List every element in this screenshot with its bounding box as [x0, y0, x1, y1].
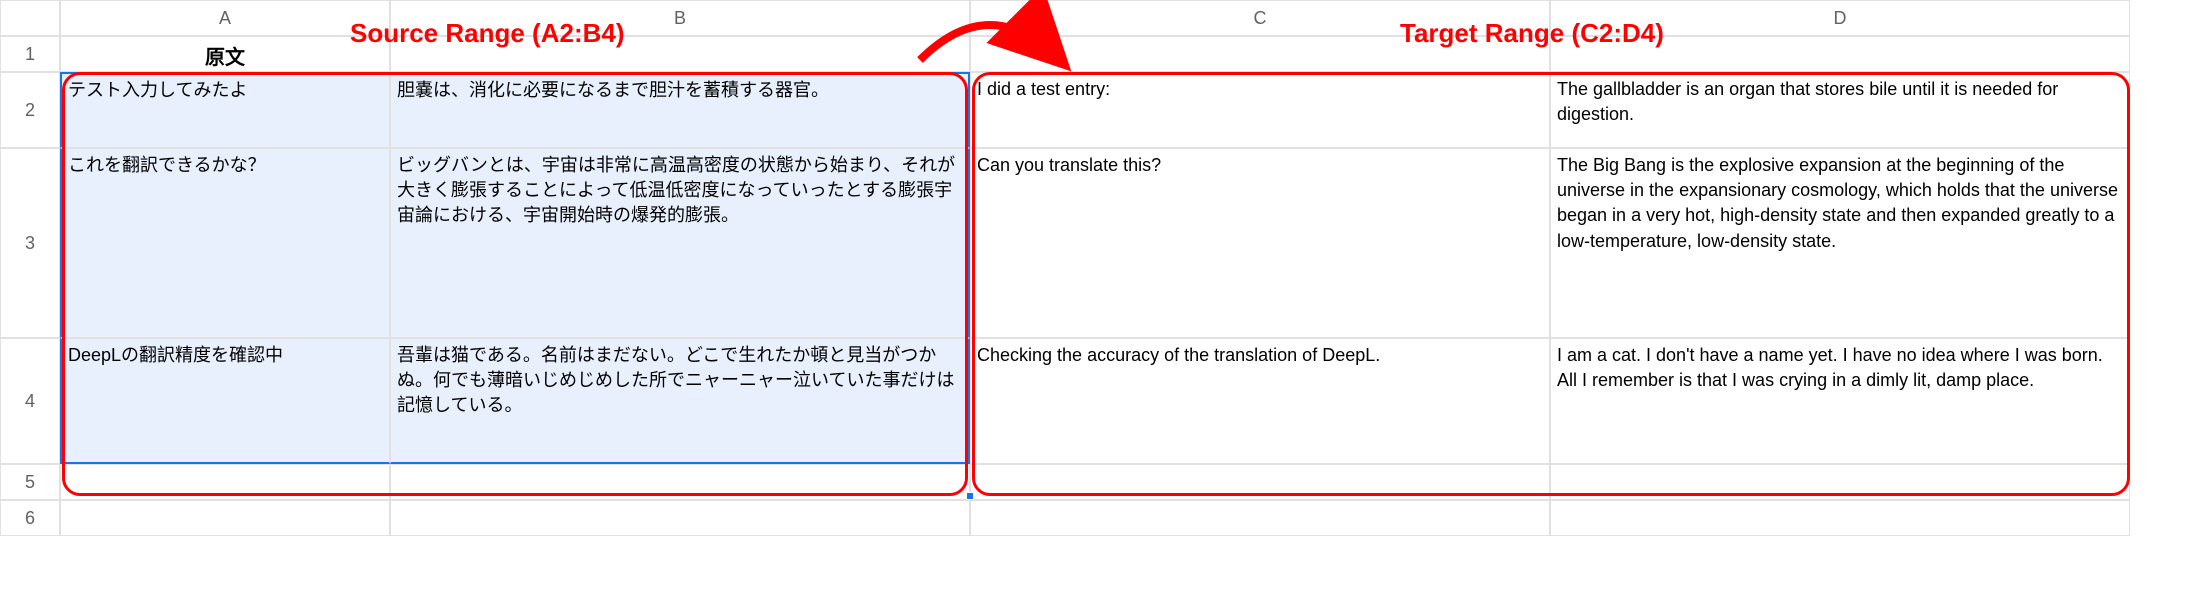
corner-cell[interactable] — [0, 0, 60, 36]
cell-A4[interactable]: DeepLの翻訳精度を確認中 — [60, 338, 390, 464]
spreadsheet-grid[interactable]: A B C D 1 原文 2 テスト入力してみたよ 胆嚢は、消化に必要になるまで… — [0, 0, 2204, 536]
cell-D6[interactable] — [1550, 500, 2130, 536]
row-header-4[interactable]: 4 — [0, 338, 60, 464]
cell-D4[interactable]: I am a cat. I don't have a name yet. I h… — [1550, 338, 2130, 464]
cell-B3[interactable]: ビッグバンとは、宇宙は非常に高温高密度の状態から始まり、それが大きく膨張すること… — [390, 148, 970, 338]
cell-B6[interactable] — [390, 500, 970, 536]
cell-C2[interactable]: I did a test entry: — [970, 72, 1550, 148]
cell-A1[interactable]: 原文 — [60, 36, 390, 72]
cell-A3[interactable]: これを翻訳できるかな？ — [60, 148, 390, 338]
cell-A5[interactable] — [60, 464, 390, 500]
cell-D3[interactable]: The Big Bang is the explosive expansion … — [1550, 148, 2130, 338]
cell-A6[interactable] — [60, 500, 390, 536]
cell-C6[interactable] — [970, 500, 1550, 536]
cell-B2[interactable]: 胆嚢は、消化に必要になるまで胆汁を蓄積する器官。 — [390, 72, 970, 148]
col-header-B[interactable]: B — [390, 0, 970, 36]
row-header-6[interactable]: 6 — [0, 500, 60, 536]
cell-B4[interactable]: 吾輩は猫である。名前はまだない。どこで生れたか頓と見当がつかぬ。何でも薄暗いじめ… — [390, 338, 970, 464]
cell-D2[interactable]: The gallbladder is an organ that stores … — [1550, 72, 2130, 148]
row-header-5[interactable]: 5 — [0, 464, 60, 500]
row-header-2[interactable]: 2 — [0, 72, 60, 148]
cell-B1[interactable] — [390, 36, 970, 72]
cell-D1[interactable] — [1550, 36, 2130, 72]
cell-C5[interactable] — [970, 464, 1550, 500]
selection-handle[interactable] — [966, 492, 974, 500]
cell-C3[interactable]: Can you translate this? — [970, 148, 1550, 338]
col-header-C[interactable]: C — [970, 0, 1550, 36]
col-header-A[interactable]: A — [60, 0, 390, 36]
cell-D5[interactable] — [1550, 464, 2130, 500]
cell-A2[interactable]: テスト入力してみたよ — [60, 72, 390, 148]
col-header-D[interactable]: D — [1550, 0, 2130, 36]
cell-B5[interactable] — [390, 464, 970, 500]
row-header-1[interactable]: 1 — [0, 36, 60, 72]
cell-C4[interactable]: Checking the accuracy of the translation… — [970, 338, 1550, 464]
cell-C1[interactable] — [970, 36, 1550, 72]
row-header-3[interactable]: 3 — [0, 148, 60, 338]
